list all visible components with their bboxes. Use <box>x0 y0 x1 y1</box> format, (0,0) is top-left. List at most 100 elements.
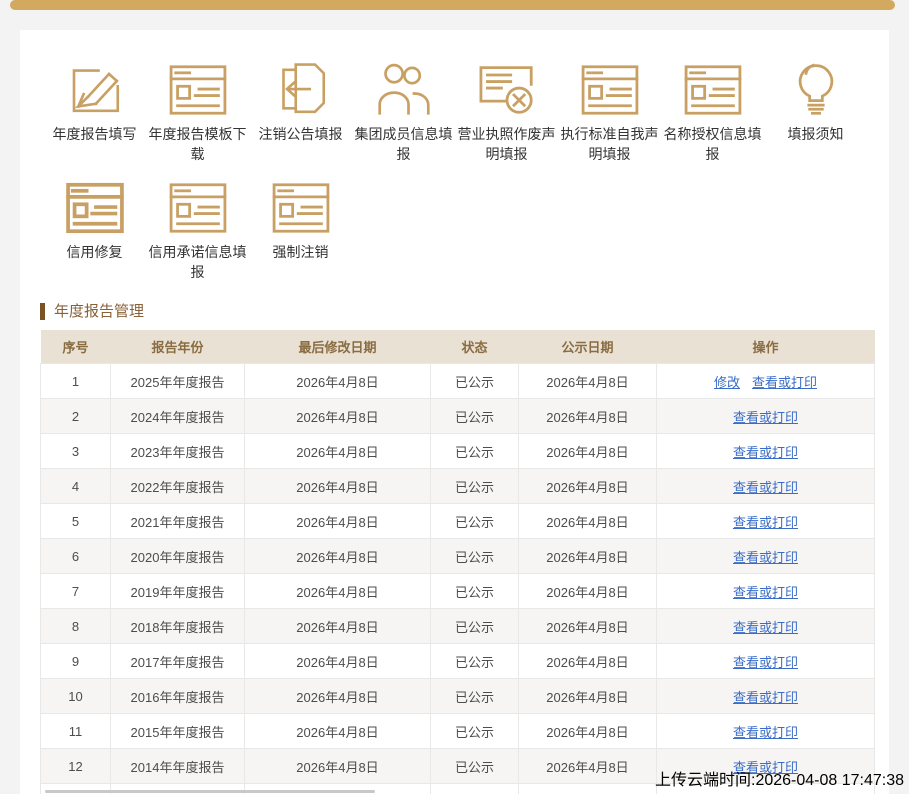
view-or-print-link[interactable]: 查看或打印 <box>733 515 798 530</box>
table-cell-no: 5 <box>41 504 111 539</box>
table-header-cell: 公示日期 <box>519 330 657 364</box>
table-cell-status: 已公示 <box>431 679 519 714</box>
quick-action-item[interactable]: 填报须知 <box>764 58 867 176</box>
quick-action-item[interactable]: 信用修复 <box>43 176 146 294</box>
table-cell-year: 2022年年度报告 <box>111 469 245 504</box>
table-cell-published: 2026年4月8日 <box>519 539 657 574</box>
table-row: 32023年年度报告2026年4月8日已公示2026年4月8日查看或打印 <box>41 434 875 469</box>
view-or-print-link[interactable]: 查看或打印 <box>752 375 817 390</box>
table-cell-modified: 2026年4月8日 <box>245 399 431 434</box>
quick-action-item[interactable]: 集团成员信息填报 <box>352 58 455 176</box>
table-cell-published: 2026年4月8日 <box>519 364 657 399</box>
table-cell-status: 已公示 <box>431 364 519 399</box>
table-header-cell: 状态 <box>431 330 519 364</box>
view-or-print-link[interactable]: 查看或打印 <box>733 690 798 705</box>
table-cell-published: 2026年4月8日 <box>519 469 657 504</box>
table-header-cell: 操作 <box>657 330 875 364</box>
table-cell-status: 已公示 <box>431 644 519 679</box>
table-cell-modified: 2026年4月8日 <box>245 364 431 399</box>
table-cell-no: 6 <box>41 539 111 574</box>
notice-bulb-icon <box>794 58 838 116</box>
table-cell-no: 11 <box>41 714 111 749</box>
table-cell-modified: 2026年4月8日 <box>245 644 431 679</box>
quick-action-label: 信用修复 <box>44 242 146 262</box>
table-cell-actions: 查看或打印 <box>657 504 875 539</box>
table-cell-modified: 2026年4月8日 <box>245 539 431 574</box>
standard-declaration-icon <box>580 58 640 116</box>
view-or-print-link[interactable]: 查看或打印 <box>733 620 798 635</box>
table-cell-no: 4 <box>41 469 111 504</box>
horizontal-scrollbar-thumb[interactable] <box>45 790 375 793</box>
table-row: 62020年年度报告2026年4月8日已公示2026年4月8日查看或打印 <box>41 539 875 574</box>
table-cell-actions: 查看或打印 <box>657 539 875 574</box>
table-header-cell: 最后修改日期 <box>245 330 431 364</box>
table-row: 42022年年度报告2026年4月8日已公示2026年4月8日查看或打印 <box>41 469 875 504</box>
quick-action-item[interactable]: 执行标准自我声明填报 <box>558 58 661 176</box>
table-header-row: 序号报告年份最后修改日期状态公示日期操作 <box>41 330 875 364</box>
quick-action-item[interactable]: 营业执照作废声明填报 <box>455 58 558 176</box>
table-cell-no: 8 <box>41 609 111 644</box>
quick-action-label: 信用承诺信息填报 <box>147 242 249 282</box>
table-cell-actions: 查看或打印 <box>657 644 875 679</box>
table-cell-status: 已公示 <box>431 574 519 609</box>
table-row: 82018年年度报告2026年4月8日已公示2026年4月8日查看或打印 <box>41 609 875 644</box>
table-row: 72019年年度报告2026年4月8日已公示2026年4月8日查看或打印 <box>41 574 875 609</box>
view-or-print-link[interactable]: 查看或打印 <box>733 585 798 600</box>
table-cell-actions: 查看或打印 <box>657 399 875 434</box>
quick-action-label: 强制注销 <box>250 242 352 262</box>
table-cell-year: 2023年年度报告 <box>111 434 245 469</box>
quick-action-item[interactable]: 注销公告填报 <box>249 58 352 176</box>
quick-action-item[interactable]: 信用承诺信息填报 <box>146 176 249 294</box>
license-void-icon <box>477 58 537 116</box>
quick-action-item[interactable]: 年度报告模板下载 <box>146 58 249 176</box>
view-or-print-link[interactable]: 查看或打印 <box>733 725 798 740</box>
edit-square-icon <box>67 58 123 116</box>
table-cell-year: 2015年年度报告 <box>111 714 245 749</box>
table-cell-modified: 2026年4月8日 <box>245 749 431 784</box>
table-cell-no: 9 <box>41 644 111 679</box>
table-row: 92017年年度报告2026年4月8日已公示2026年4月8日查看或打印 <box>41 644 875 679</box>
table-cell-status: 已公示 <box>431 504 519 539</box>
quick-action-label: 年度报告填写 <box>44 124 146 144</box>
annual-report-section-title: 年度报告管理 <box>40 303 144 320</box>
quick-action-item[interactable]: 年度报告填写 <box>43 58 146 176</box>
quick-actions-grid: 年度报告填写 年度报告模板下载 注销公告填报 集团成员信息填报 营业执照作废声明… <box>43 58 875 294</box>
table-cell-actions: 修改查看或打印 <box>657 364 875 399</box>
table-cell-modified: 2026年4月8日 <box>245 469 431 504</box>
table-row: 52021年年度报告2026年4月8日已公示2026年4月8日查看或打印 <box>41 504 875 539</box>
table-cell-year: 2024年年度报告 <box>111 399 245 434</box>
view-or-print-link[interactable]: 查看或打印 <box>733 410 798 425</box>
view-or-print-link[interactable]: 查看或打印 <box>733 655 798 670</box>
table-cell-no: 10 <box>41 679 111 714</box>
upload-time-overlay: 上传云端时间:2026-04-08 17:47:38 <box>655 766 904 790</box>
view-or-print-link[interactable]: 查看或打印 <box>733 445 798 460</box>
annual-report-table: 序号报告年份最后修改日期状态公示日期操作 12025年年度报告2026年4月8日… <box>40 330 875 794</box>
table-cell-published: 2026年4月8日 <box>519 749 657 784</box>
table-cell-status: 已公示 <box>431 469 519 504</box>
table-row: 112015年年度报告2026年4月8日已公示2026年4月8日查看或打印 <box>41 714 875 749</box>
quick-action-label: 名称授权信息填报 <box>662 124 764 164</box>
quick-action-label: 注销公告填报 <box>250 124 352 144</box>
quick-action-item[interactable]: 名称授权信息填报 <box>661 58 764 176</box>
credit-commitment-icon <box>168 176 228 234</box>
table-cell-actions: 查看或打印 <box>657 469 875 504</box>
forced-cancellation-icon <box>271 176 331 234</box>
table-cell-status: 已公示 <box>431 609 519 644</box>
template-download-icon <box>168 58 228 116</box>
table-cell-modified: 2026年4月8日 <box>245 609 431 644</box>
table-cell-no: 12 <box>41 749 111 784</box>
table-cell-status: 已公示 <box>431 539 519 574</box>
name-authorization-icon <box>683 58 743 116</box>
table-cell-published: 2026年4月8日 <box>519 574 657 609</box>
table-cell-modified: 2026年4月8日 <box>245 434 431 469</box>
table-cell-no: 3 <box>41 434 111 469</box>
modify-link[interactable]: 修改 <box>714 375 740 390</box>
table-cell-published: 2026年4月8日 <box>519 609 657 644</box>
table-cell-modified: 2026年4月8日 <box>245 679 431 714</box>
table-cell-modified: 2026年4月8日 <box>245 574 431 609</box>
table-cell-published: 2026年4月8日 <box>519 399 657 434</box>
quick-action-item[interactable]: 强制注销 <box>249 176 352 294</box>
view-or-print-link[interactable]: 查看或打印 <box>733 480 798 495</box>
main-panel: 年度报告填写 年度报告模板下载 注销公告填报 集团成员信息填报 营业执照作废声明… <box>20 30 889 794</box>
view-or-print-link[interactable]: 查看或打印 <box>733 550 798 565</box>
